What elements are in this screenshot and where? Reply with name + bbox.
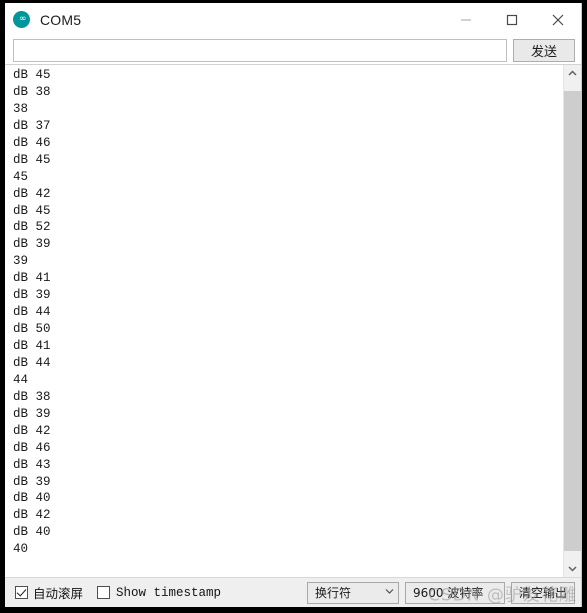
console-line: dB 52	[13, 220, 51, 235]
console-line: dB 44	[13, 355, 51, 370]
console-line: dB 45	[13, 203, 51, 218]
console-area: dB 45 dB 38 38 dB 37 dB 46 dB 45 45 dB 42 dB 45 d…	[5, 64, 581, 577]
status-bar-right: 换行符 9600 波特率 清空输出	[301, 581, 575, 604]
autoscroll-checkbox-group[interactable]: 自动滚屏	[15, 583, 83, 602]
window-controls	[443, 3, 581, 36]
console-line: 39	[13, 254, 29, 269]
console-line: dB 39	[13, 237, 51, 252]
console-line: dB 45	[13, 68, 51, 82]
console-line: dB 40	[13, 491, 51, 506]
scrollbar-track[interactable]	[564, 82, 581, 560]
console-line: dB 39	[13, 288, 51, 303]
console-line: dB 40	[13, 525, 51, 540]
clear-output-button[interactable]: 清空输出	[510, 581, 575, 604]
console-line: dB 38	[13, 84, 51, 99]
console-line: dB 46	[13, 135, 51, 150]
arduino-logo-icon: ∞	[13, 11, 30, 28]
close-button[interactable]	[535, 3, 581, 36]
console-line: 38	[13, 101, 29, 116]
console-line: dB 45	[13, 152, 51, 167]
arduino-logo-glyph: ∞	[19, 14, 27, 24]
console-line: dB 37	[13, 118, 51, 133]
show-timestamp-label: Show timestamp	[116, 585, 222, 600]
line-ending-select[interactable]: 换行符	[306, 581, 399, 604]
status-bar: 自动滚屏 Show timestamp 换行符 9600 波特率 清空输出 CS…	[5, 577, 581, 607]
chevron-down-icon	[385, 588, 394, 597]
serial-monitor-window: ∞ COM5 发送 dB 45 dB 38 38 dB 37 dB 46 dB …	[5, 3, 582, 607]
console-output[interactable]: dB 45 dB 38 38 dB 37 dB 46 dB 45 45 dB 42 dB 45 d…	[5, 65, 563, 577]
chevron-up-icon[interactable]	[564, 65, 581, 82]
console-line: 40	[13, 542, 29, 557]
console-scrollbar[interactable]	[563, 65, 581, 577]
line-ending-value: 换行符	[314, 586, 351, 600]
maximize-button[interactable]	[489, 3, 535, 36]
console-line: dB 41	[13, 271, 51, 286]
console-line: dB 44	[13, 305, 51, 320]
window-title: COM5	[40, 11, 82, 28]
console-line: dB 50	[13, 322, 51, 337]
console-line: 44	[13, 372, 29, 387]
show-timestamp-checkbox[interactable]	[97, 586, 111, 599]
send-button[interactable]: 发送	[513, 38, 575, 62]
console-line: dB 38	[13, 389, 51, 404]
baud-rate-select[interactable]: 9600 波特率	[404, 581, 505, 604]
console-line: dB 39	[13, 474, 51, 489]
console-line: dB 42	[13, 186, 51, 201]
minimize-button[interactable]	[443, 3, 489, 36]
autoscroll-checkbox[interactable]	[15, 586, 28, 599]
autoscroll-label: 自动滚屏	[33, 586, 84, 601]
title-bar: ∞ COM5	[5, 3, 581, 36]
console-line: dB 39	[13, 406, 51, 421]
console-line: dB 43	[13, 457, 51, 472]
console-line: dB 46	[13, 440, 51, 455]
console-line: dB 41	[13, 339, 51, 353]
console-line: dB 42	[13, 508, 51, 523]
console-line: 45	[13, 169, 29, 184]
send-input[interactable]	[13, 38, 507, 62]
baud-rate-value: 9600 波特率	[412, 586, 484, 600]
console-line: dB 42	[13, 423, 51, 438]
chevron-down-icon[interactable]	[564, 560, 581, 577]
show-timestamp-checkbox-group[interactable]: Show timestamp	[97, 586, 221, 600]
scrollbar-thumb[interactable]	[564, 91, 581, 551]
send-bar: 发送	[5, 36, 581, 64]
